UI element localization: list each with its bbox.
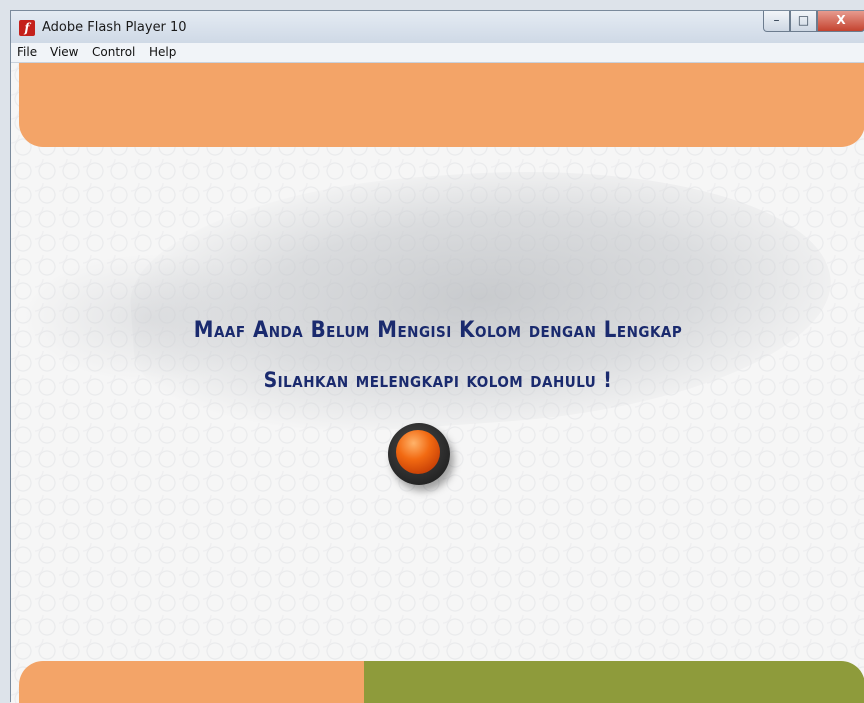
window-title: Adobe Flash Player 10 [42, 20, 187, 35]
ok-button-core [396, 430, 440, 474]
flash-player-window: f Adobe Flash Player 10 – □ X File View … [10, 10, 864, 703]
title-bar[interactable]: f Adobe Flash Player 10 – □ X [11, 11, 864, 43]
flash-stage: Maaf Anda Belum Mengisi Kolom dengan Len… [11, 63, 864, 703]
menu-file[interactable]: File [17, 45, 37, 59]
minimize-button[interactable]: – [763, 11, 790, 32]
ok-round-button[interactable] [388, 423, 450, 485]
header-band [19, 63, 864, 147]
menu-view[interactable]: View [50, 45, 78, 59]
maximize-button[interactable]: □ [790, 11, 817, 32]
flash-icon: f [19, 20, 35, 36]
menu-control[interactable]: Control [92, 45, 135, 59]
close-button[interactable]: X [817, 11, 864, 32]
menu-bar: File View Control Help [11, 43, 864, 63]
error-message-title: Maaf Anda Belum Mengisi Kolom dengan Len… [193, 318, 683, 343]
footer-band-orange [19, 661, 364, 703]
error-message-instruction: Silahkan melengkapi kolom dahulu ! [263, 368, 613, 392]
footer-band-green [364, 661, 864, 703]
menu-help[interactable]: Help [149, 45, 176, 59]
